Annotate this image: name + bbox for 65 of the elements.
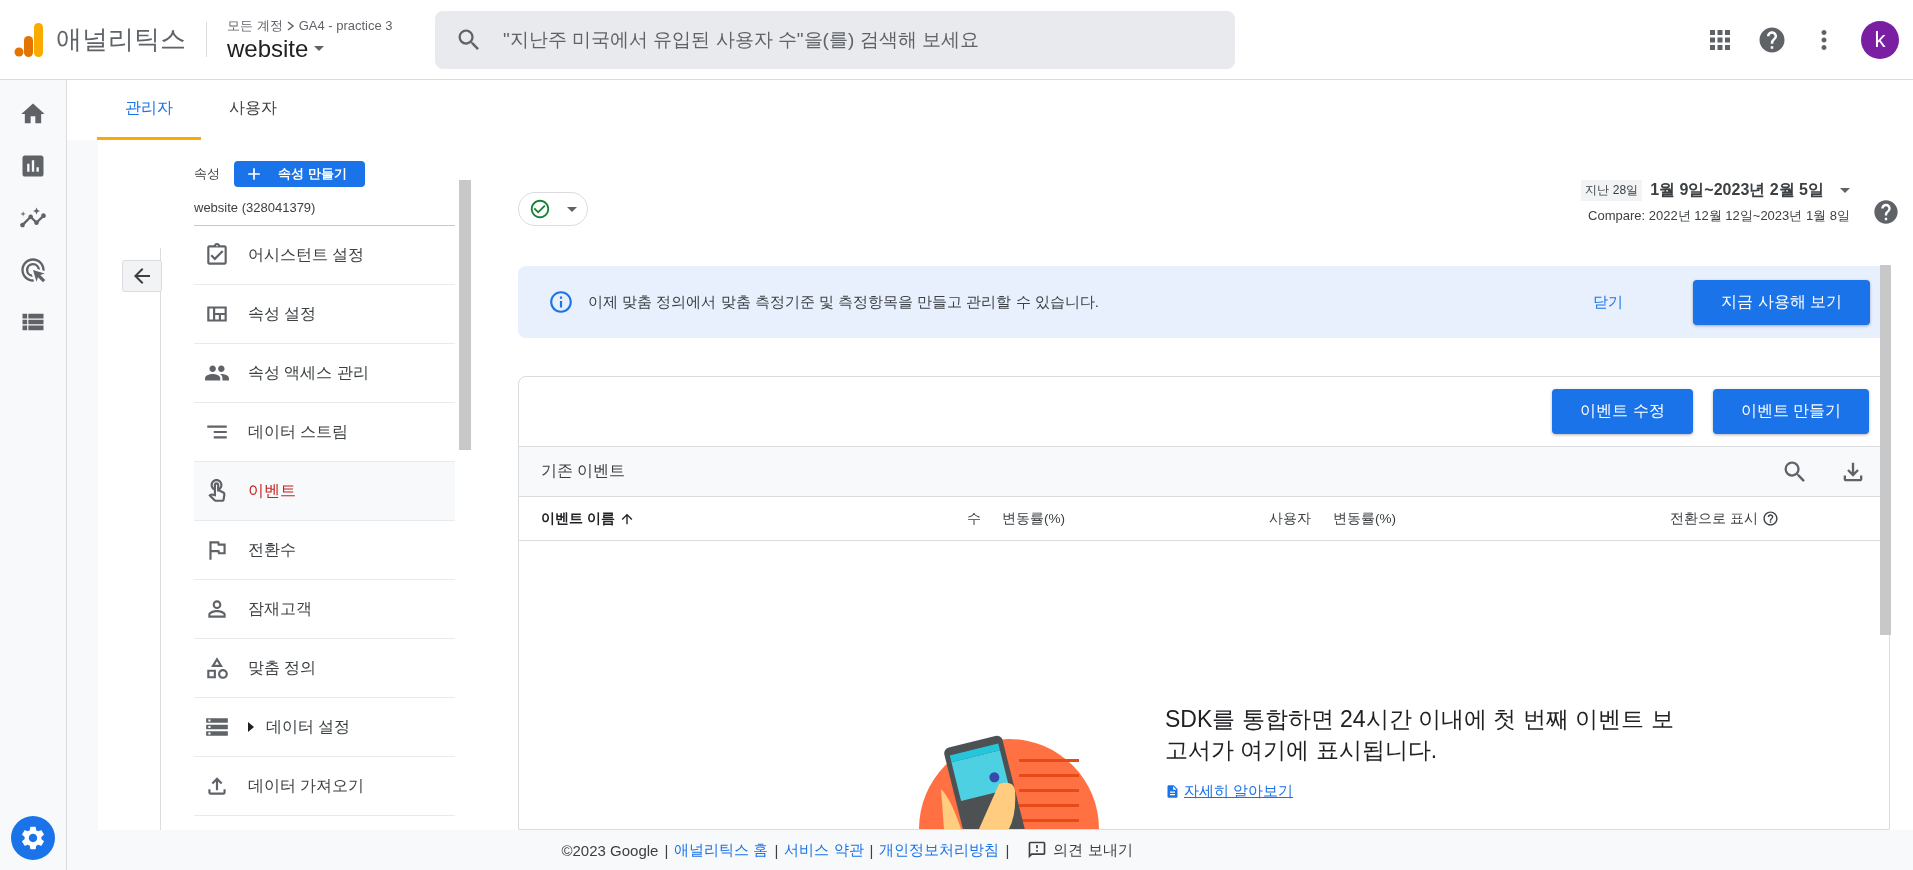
scrollbar[interactable] <box>1880 265 1891 635</box>
compare-range: Compare: 2022년 12월 12일~2023년 1월 8일 <box>1588 207 1850 225</box>
nav-item[interactable]: 속성 설정 <box>194 285 455 344</box>
column-header[interactable]: 이벤트 이름 <box>541 509 615 528</box>
event-action-button[interactable]: 이벤트 만들기 <box>1712 389 1869 434</box>
help-icon[interactable] <box>1872 198 1900 226</box>
analytics-logo <box>14 22 44 57</box>
dropdown-caret-icon <box>567 206 577 212</box>
column-header[interactable]: 사용자 <box>1269 509 1311 528</box>
empty-message: SDK를 통합하면 24시간 이내에 첫 번째 이벤트 보고서가 여기에 표시됩니다. <box>1165 705 1675 765</box>
property-label: 속성 <box>194 165 220 183</box>
dismiss-link[interactable]: 닫기 <box>1587 291 1630 313</box>
property-name: website (328041379) <box>194 188 455 226</box>
property-selector[interactable]: website <box>227 34 435 63</box>
event-action-button[interactable]: 이벤트 수정 <box>1552 389 1693 434</box>
column-header[interactable]: 변동률(%) <box>1333 509 1396 528</box>
document-icon <box>1165 784 1180 799</box>
feedback-icon <box>1027 840 1048 860</box>
breadcrumb-link[interactable]: GA4 - practice 3 <box>298 18 393 33</box>
learn-more-link[interactable]: 자세히 알아보기 <box>1165 782 1695 801</box>
chevron-icon <box>286 20 295 31</box>
footer-link[interactable]: 개인정보처리방침 <box>879 840 1000 860</box>
cursor-click-icon[interactable] <box>19 256 47 284</box>
search-field[interactable]: "지난주 미국에서 유입된 사용자 수"을(를) 검색해 보세요 <box>501 27 1215 52</box>
nav-item[interactable]: 맞춤 정의 <box>194 639 455 698</box>
footer-link[interactable]: 애널리틱스 홈 <box>674 840 769 860</box>
feedback-button[interactable]: 의견 보내기 <box>1021 839 1139 861</box>
create-property-button[interactable]: 속성 만들기 <box>234 161 365 187</box>
column-header[interactable]: 전환으로 표시 <box>1670 509 1758 528</box>
search-bar[interactable]: "지난주 미국에서 유입된 사용자 수"을(를) 검색해 보세요 <box>435 10 1235 69</box>
settings-icon <box>19 824 47 852</box>
copyright: ©2023 Google <box>561 841 659 859</box>
scrollbar[interactable] <box>459 180 471 450</box>
banner-text: 이제 맞춤 정의에서 맞춤 측정기준 및 측정항목을 만들고 관리할 수 있습니다. <box>588 292 1100 312</box>
nav-item[interactable]: 잠재고객 <box>194 580 455 639</box>
separator: | <box>774 841 779 859</box>
settings-button[interactable] <box>11 816 55 860</box>
status-dropdown[interactable] <box>518 192 588 226</box>
info-icon <box>548 289 574 315</box>
nav-item[interactable]: 데이터 가져오기 <box>194 757 455 816</box>
period-label: 지난 28일 <box>1581 180 1643 201</box>
dropdown-caret-icon <box>1840 188 1850 193</box>
shapes-icon <box>204 655 230 681</box>
app-name: 애널리틱스 <box>56 22 207 57</box>
help-icon[interactable] <box>1762 510 1779 527</box>
footer-link[interactable]: 서비스 약관 <box>784 840 864 860</box>
card-title: 기존 이벤트 <box>541 461 626 481</box>
tab[interactable]: 사용자 <box>201 80 305 140</box>
column-header[interactable]: 변동률(%) <box>1002 509 1065 528</box>
column-header[interactable]: 수 <box>967 509 981 528</box>
dropdown-caret-icon <box>314 46 325 51</box>
separator: | <box>869 841 874 859</box>
separator: | <box>1005 841 1010 859</box>
back-button[interactable] <box>122 260 162 292</box>
nav-item[interactable]: 속성 액세스 관리 <box>194 344 455 403</box>
date-range-picker[interactable]: 1월 9일~2023년 2월 5일 <box>1650 180 1850 201</box>
nav-item[interactable]: 전환수 <box>194 521 455 580</box>
nav-item[interactable]: 데이터 설정 <box>194 698 455 757</box>
breadcrumb-link[interactable]: 모든 계정 <box>227 16 283 35</box>
clipboard-check-icon <box>204 242 230 268</box>
separator: | <box>664 841 669 859</box>
nav-item[interactable]: 어시스턴트 설정 <box>194 226 455 285</box>
try-now-button[interactable]: 지금 사용해 보기 <box>1693 279 1870 325</box>
user-avatar[interactable]: k <box>1861 20 1899 59</box>
nav-item[interactable]: 이벤트 <box>194 462 455 521</box>
